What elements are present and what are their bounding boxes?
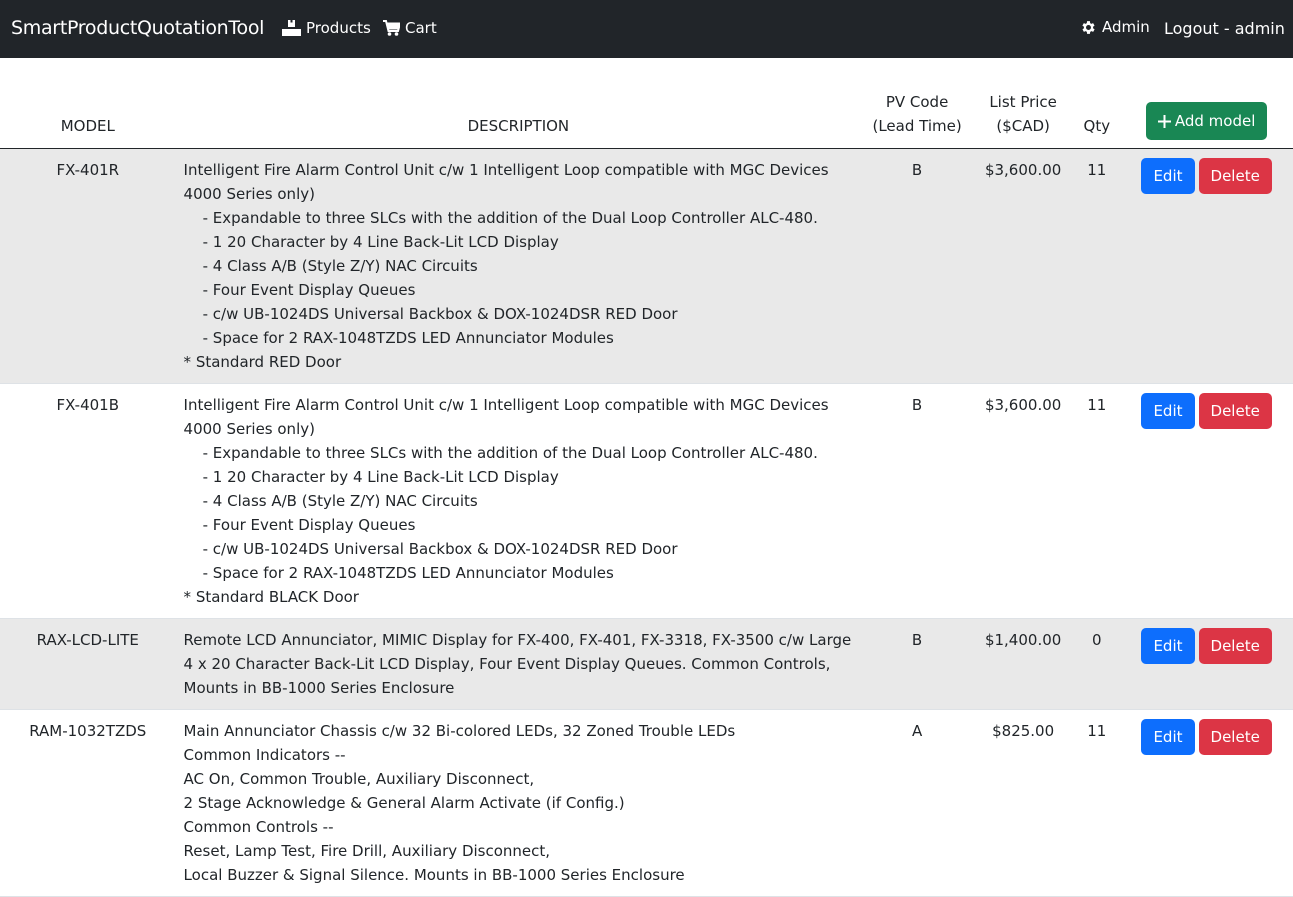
brand-link[interactable]: SmartProductQuotationTool <box>11 17 264 39</box>
boxes-icon <box>282 20 301 36</box>
delete-button[interactable]: Delete <box>1198 158 1272 194</box>
cell-qty: 11 <box>1073 148 1121 384</box>
delete-button[interactable]: Delete <box>1198 393 1272 429</box>
description-line: * Standard BLACK Door <box>183 588 359 606</box>
cell-list-price: $3,600.00 <box>972 148 1074 384</box>
description-line: - Four Event Display Queues <box>183 281 416 299</box>
description-line: - 1 20 Character by 4 Line Back-Lit LCD … <box>183 233 559 251</box>
delete-button[interactable]: Delete <box>1198 719 1272 755</box>
description-line: - c/w UB-1024DS Universal Backbox & DOX-… <box>183 305 678 323</box>
cell-description: Main Annunciator Chassis c/w 32 Bi-color… <box>175 709 862 897</box>
nav-products[interactable]: Products <box>282 19 371 37</box>
header-list-price: List Price ($CAD) <box>972 58 1074 149</box>
header-pv-code-line2: (Lead Time) <box>872 117 962 135</box>
nav-products-label: Products <box>306 19 371 37</box>
cell-qty: 11 <box>1073 383 1121 619</box>
cart-icon <box>383 20 400 36</box>
header-list-price-line1: List Price <box>989 93 1057 111</box>
cell-pv-code: B <box>861 148 973 384</box>
description-line: Main Annunciator Chassis c/w 32 Bi-color… <box>183 722 736 740</box>
delete-button[interactable]: Delete <box>1198 628 1272 664</box>
description-line: - c/w UB-1024DS Universal Backbox & DOX-… <box>183 540 678 558</box>
table-row: RAM-1032TZDS Main Annunciator Chassis c/w… <box>0 709 1293 897</box>
edit-button[interactable]: Edit <box>1141 628 1195 664</box>
description-line: Remote LCD Annunciator, MIMIC Display fo… <box>183 631 852 649</box>
edit-button[interactable]: Edit <box>1141 393 1195 429</box>
description-line: - Four Event Display Queues <box>183 516 416 534</box>
description-line: Intelligent Fire Alarm Control Unit c/w … <box>183 161 829 179</box>
description-line: Reset, Lamp Test, Fire Drill, Auxiliary … <box>183 842 551 860</box>
cell-model: RAX-LCD-LITE <box>0 618 176 710</box>
cell-pv-code: B <box>861 383 973 619</box>
cell-qty: 11 <box>1073 709 1121 897</box>
cell-actions: Edit Delete <box>1120 383 1293 619</box>
plus-icon <box>1157 112 1175 130</box>
description-line: 4000 Series only) <box>183 185 315 203</box>
table-row: FX-401R Intelligent Fire Alarm Control Un… <box>0 148 1293 384</box>
cell-description: Remote LCD Annunciator, MIMIC Display fo… <box>175 618 862 710</box>
products-table: MODEL DESCRIPTION PV Code (Lead Time) Li… <box>0 58 1293 897</box>
cell-list-price: $825.00 <box>972 709 1074 897</box>
header-qty: Qty <box>1073 58 1121 149</box>
header-pv-code: PV Code (Lead Time) <box>861 58 973 149</box>
edit-button[interactable]: Edit <box>1141 719 1195 755</box>
table-row: FX-401B Intelligent Fire Alarm Control Un… <box>0 383 1293 619</box>
cell-list-price: $1,400.00 <box>972 618 1074 710</box>
nav-admin-label: Admin <box>1102 18 1150 36</box>
header-actions: Add model <box>1120 58 1293 149</box>
header-model: MODEL <box>0 58 176 149</box>
cell-pv-code: B <box>861 618 973 710</box>
nav-cart[interactable]: Cart <box>383 19 437 37</box>
nav-cart-label: Cart <box>405 19 437 37</box>
description-line: - Expandable to three SLCs with the addi… <box>183 209 818 227</box>
description-line: - Space for 2 RAX-1048TZDS LED Annunciat… <box>183 329 614 347</box>
edit-button[interactable]: Edit <box>1141 158 1195 194</box>
gear-icon <box>1080 19 1097 36</box>
description-line: - 4 Class A/B (Style Z/Y) NAC Circuits <box>183 257 478 275</box>
description-line: 4 x 20 Character Back-Lit LCD Display, F… <box>183 655 831 673</box>
header-pv-code-line1: PV Code <box>885 93 949 111</box>
nav-admin[interactable]: Admin <box>1080 18 1150 36</box>
description-line: AC On, Common Trouble, Auxiliary Disconn… <box>183 770 535 788</box>
table-header-row: MODEL DESCRIPTION PV Code (Lead Time) Li… <box>0 58 1293 149</box>
description-line: Intelligent Fire Alarm Control Unit c/w … <box>183 396 829 414</box>
add-model-label: Add model <box>1174 112 1256 130</box>
description-line: 2 Stage Acknowledge & General Alarm Acti… <box>183 794 625 812</box>
description-line: 4000 Series only) <box>183 420 315 438</box>
cell-actions: Edit Delete <box>1120 709 1293 897</box>
cell-description: Intelligent Fire Alarm Control Unit c/w … <box>175 383 862 619</box>
description-line: Local Buzzer & Signal Silence. Mounts in… <box>183 866 685 884</box>
cell-model: RAM-1032TZDS <box>0 709 176 897</box>
cell-actions: Edit Delete <box>1120 148 1293 384</box>
cell-pv-code: A <box>861 709 973 897</box>
description-line: Common Controls -- <box>183 818 334 836</box>
cell-qty: 0 <box>1073 618 1121 710</box>
cell-list-price: $3,600.00 <box>972 383 1074 619</box>
navbar: SmartProductQuotationTool Products Cart <box>0 0 1293 58</box>
description-line: Common Indicators -- <box>183 746 346 764</box>
header-list-price-line2: ($CAD) <box>996 117 1050 135</box>
cell-actions: Edit Delete <box>1120 618 1293 710</box>
description-line: - Space for 2 RAX-1048TZDS LED Annunciat… <box>183 564 614 582</box>
cell-model: FX-401R <box>0 148 176 384</box>
description-line: - 1 20 Character by 4 Line Back-Lit LCD … <box>183 468 559 486</box>
description-line: - 4 Class A/B (Style Z/Y) NAC Circuits <box>183 492 478 510</box>
logout-link[interactable]: Logout - admin <box>1164 19 1285 38</box>
header-description: DESCRIPTION <box>175 58 862 149</box>
cell-model: FX-401B <box>0 383 176 619</box>
description-line: * Standard RED Door <box>183 353 342 371</box>
cell-description: Intelligent Fire Alarm Control Unit c/w … <box>175 148 862 384</box>
description-line: - Expandable to three SLCs with the addi… <box>183 444 818 462</box>
add-model-button[interactable]: Add model <box>1145 102 1268 140</box>
description-line: Mounts in BB-1000 Series Enclosure <box>183 679 455 697</box>
table-row: RAX-LCD-LITE Remote LCD Annunciator, MIMI… <box>0 618 1293 710</box>
